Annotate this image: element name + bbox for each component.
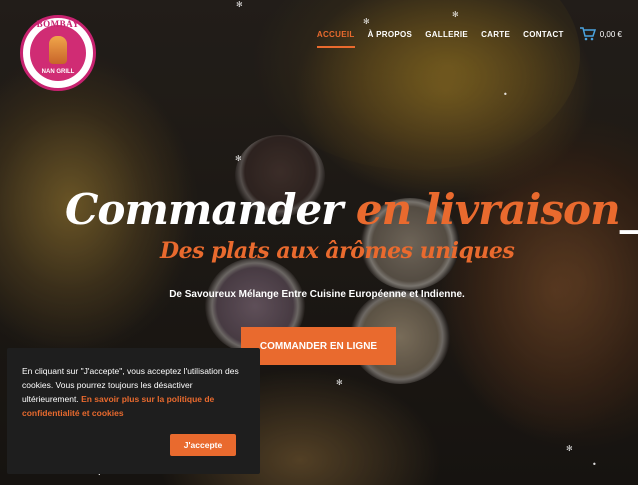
- headline-white: Commander: [65, 185, 343, 234]
- snowflake-icon: •: [503, 90, 508, 99]
- cart-button[interactable]: 0,00 €: [579, 27, 622, 41]
- snowflake-icon: ✻: [452, 10, 459, 19]
- main-nav: ACCUEIL À PROPOS GALLERIE CARTE CONTACT …: [304, 27, 622, 48]
- site-logo[interactable]: BOMBAY NAN GRILL: [20, 15, 96, 91]
- hero-tagline-text: De Savoureux Mélange Entre Cuisine Europ…: [169, 289, 465, 300]
- shopping-cart-icon: [579, 27, 596, 41]
- hero-subheadline: Des plats aux ârômes uniques: [160, 238, 515, 264]
- snowflake-icon: •: [592, 460, 597, 469]
- snowflake-icon: ✻: [336, 378, 343, 387]
- nav-item-a-propos[interactable]: À PROPOS: [368, 30, 413, 39]
- headline-orange: en livraison: [355, 185, 621, 234]
- snowflake-icon: ✻: [236, 0, 243, 9]
- snowflake-icon: ✻: [566, 444, 573, 453]
- accept-cookies-button[interactable]: J'accepte: [170, 434, 236, 456]
- logo-bottom-text: NAN GRILL: [41, 69, 75, 75]
- nav-item-contact[interactable]: CONTACT: [523, 30, 564, 39]
- snowflake-icon: ✻: [363, 17, 370, 26]
- hero-headline: Commander en livraison_: [65, 185, 638, 234]
- cookie-message: En cliquant sur "J'accepte", vous accept…: [22, 364, 250, 420]
- hero-tagline: De Savoureux Mélange Entre Cuisine Europ…: [0, 289, 638, 300]
- snowflake-icon: ✻: [235, 154, 242, 163]
- order-online-button[interactable]: COMMANDER EN LIGNE: [241, 327, 396, 365]
- kebab-icon: [49, 36, 67, 64]
- logo-top-text: BOMBAY: [36, 19, 80, 29]
- cookie-banner: En cliquant sur "J'accepte", vous accept…: [7, 348, 260, 474]
- nav-item-gallerie[interactable]: GALLERIE: [425, 30, 468, 39]
- typing-cursor: _: [619, 185, 638, 234]
- cart-total: 0,00 €: [599, 29, 622, 39]
- nav-item-accueil[interactable]: ACCUEIL: [316, 30, 355, 48]
- nav-item-carte[interactable]: CARTE: [481, 30, 510, 39]
